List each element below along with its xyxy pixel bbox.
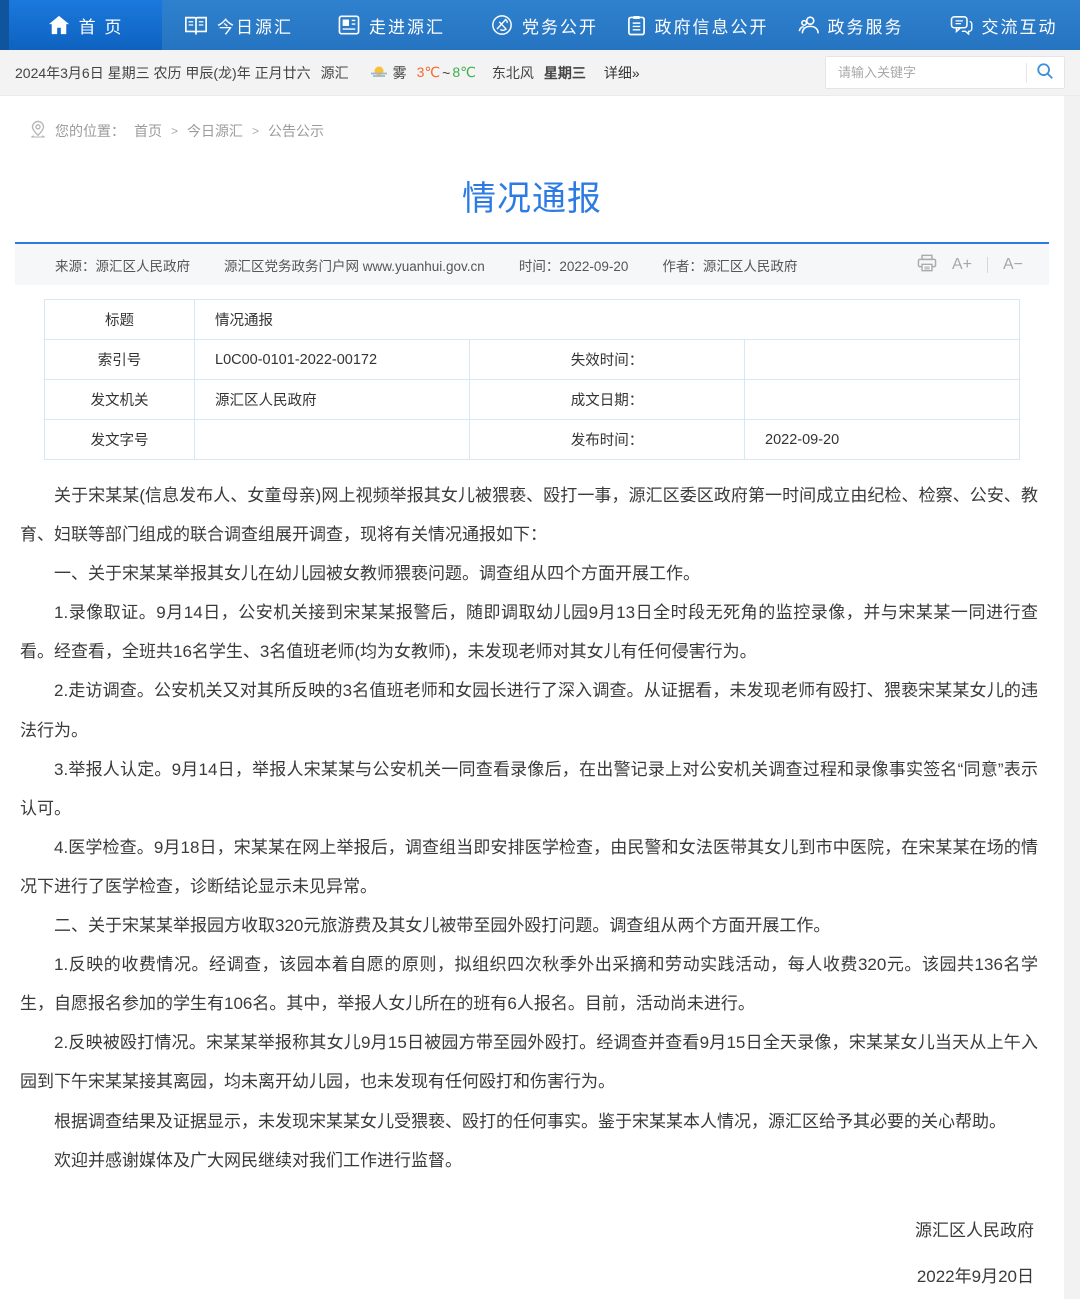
font-increase-button[interactable]: A+ [952, 256, 972, 274]
table-row: 发文字号 发布时间： 2022-09-20 [45, 420, 1020, 460]
field-label-publish-time: 发布时间： [470, 420, 745, 460]
nav-item-gov-info[interactable]: 政府信息公开 [621, 0, 774, 50]
meta-tools: A+ A− [917, 254, 1023, 275]
paragraph: 2.反映被殴打情况。宋某某举报称其女儿9月15日被园方带至园外殴打。经调查并查看… [20, 1023, 1038, 1101]
paragraph: 根据调查结果及证据显示，未发现宋某某女儿受猥亵、殴打的任何事实。鉴于宋某某本人情… [20, 1102, 1038, 1141]
paragraph: 4.医学检查。9月18日，宋某某在网上举报后，调查组当即安排医学检查，由民警和女… [20, 828, 1038, 906]
weather-desc: 雾 [393, 63, 407, 83]
wind-info: 东北风 [492, 63, 534, 83]
temp-high: 8℃ [452, 64, 476, 81]
paragraph: 欢迎并感谢媒体及广大网民继续对我们工作进行监督。 [20, 1141, 1038, 1180]
field-value-title: 情况通报 [195, 300, 1020, 340]
page-title: 情况通报 [0, 147, 1064, 242]
paragraph: 2.走访调查。公安机关又对其所反映的3名值班老师和女园长进行了深入调查。从证据看… [20, 671, 1038, 749]
table-row: 发文机关 源汇区人民政府 成文日期： [45, 380, 1020, 420]
nav-item-label: 交流互动 [982, 13, 1058, 38]
field-label-written-date: 成文日期： [470, 380, 745, 420]
table-row: 标题 情况通报 [45, 300, 1020, 340]
breadcrumb: 您的位置： 首页 > 今日源汇 > 公告公示 [0, 96, 1064, 147]
weather-detail-link[interactable]: 详细» [604, 63, 640, 83]
search-icon [1036, 62, 1054, 83]
document-info-table: 标题 情况通报 索引号 L0C00-0101-2022-00172 失效时间： … [44, 299, 1020, 460]
field-value-written-date [745, 380, 1020, 420]
article-meta-bar: 来源：源汇区人民政府 源汇区党务政务门户网 www.yuanhui.gov.cn… [15, 242, 1049, 285]
field-value-index: L0C00-0101-2022-00172 [195, 340, 470, 380]
font-decrease-button[interactable]: A− [1003, 256, 1023, 274]
breadcrumb-today[interactable]: 今日源汇 [187, 121, 243, 141]
content-page: 您的位置： 首页 > 今日源汇 > 公告公示 情况通报 来源：源汇区人民政府 源… [0, 96, 1064, 1299]
location-pin-icon [30, 120, 46, 141]
signature-date: 2022年9月20日 [0, 1256, 1034, 1299]
print-button[interactable] [917, 254, 937, 275]
nav-item-label: 今日源汇 [217, 13, 293, 38]
field-label-doc-number: 发文字号 [45, 420, 195, 460]
chat-icon [950, 15, 973, 35]
breadcrumb-home[interactable]: 首页 [134, 121, 162, 141]
current-date: 2024年3月6日 星期三 农历 甲辰(龙)年 正月廿六 [15, 63, 311, 83]
info-bar: 2024年3月6日 星期三 农历 甲辰(龙)年 正月廿六 源汇 雾 3℃ ~ 8… [0, 50, 1080, 96]
nav-item-label: 首 页 [79, 13, 124, 38]
party-emblem-icon [491, 14, 513, 36]
weather-city: 源汇 [321, 63, 349, 83]
field-label-expiry: 失效时间： [470, 340, 745, 380]
nav-item-label: 走进源汇 [369, 13, 445, 38]
field-label-title: 标题 [45, 300, 195, 340]
field-value-publish-time: 2022-09-20 [745, 420, 1020, 460]
search-box [825, 56, 1065, 89]
table-row: 索引号 L0C00-0101-2022-00172 失效时间： [45, 340, 1020, 380]
nav-item-today[interactable]: 今日源汇 [162, 0, 315, 50]
top-nav: 首 页 今日源汇 走进源汇 党务公开 [0, 0, 1080, 50]
nav-item-label: 政务服务 [828, 13, 904, 38]
temp-tilde: ~ [442, 65, 450, 81]
meta-site: 源汇区党务政务门户网 www.yuanhui.gov.cn [224, 255, 485, 275]
nav-item-interact[interactable]: 交流互动 [927, 0, 1080, 50]
printer-icon [917, 254, 937, 275]
fog-weather-icon [369, 63, 389, 82]
breadcrumb-separator: > [171, 124, 178, 138]
person-icon [798, 15, 819, 36]
article-signature: 源汇区人民政府 2022年9月20日 [0, 1180, 1064, 1299]
book-icon [184, 15, 208, 35]
nav-item-services[interactable]: 政务服务 [774, 0, 927, 50]
meta-time: 时间：2022-09-20 [519, 255, 629, 275]
paragraph: 一、关于宋某某举报其女儿在幼儿园被女教师猥亵问题。调查组从四个方面开展工作。 [20, 554, 1038, 593]
paragraph: 1.录像取证。9月14日，公安机关接到宋某某报警后，随即调取幼儿园9月13日全时… [20, 593, 1038, 671]
paragraph: 1.反映的收费情况。经调查，该园本着自愿的原则，拟组织四次秋季外出采摘和劳动实践… [20, 945, 1038, 1023]
field-label-index: 索引号 [45, 340, 195, 380]
home-icon [48, 15, 70, 35]
field-value-doc-number [195, 420, 470, 460]
signature-org: 源汇区人民政府 [0, 1210, 1034, 1253]
field-value-expiry [745, 340, 1020, 380]
article-body: 关于宋某某(信息发布人、女童母亲)网上视频举报其女儿被猥亵、殴打一事，源汇区委区… [0, 460, 1064, 1180]
temp-low: 3℃ [417, 64, 441, 81]
paragraph: 3.举报人认定。9月14日，举报人宋某某与公安机关一同查看录像后，在出警记录上对… [20, 750, 1038, 828]
nav-item-label: 党务公开 [522, 13, 598, 38]
newspaper-icon [338, 15, 360, 35]
nav-item-home[interactable]: 首 页 [9, 0, 162, 50]
search-input[interactable] [826, 65, 1026, 80]
breadcrumb-separator: > [252, 124, 259, 138]
field-value-agency: 源汇区人民政府 [195, 380, 470, 420]
meta-source: 来源：源汇区人民政府 [55, 255, 190, 275]
paragraph: 二、关于宋某某举报园方收取320元旅游费及其女儿被带至园外殴打问题。调查组从两个… [20, 906, 1038, 945]
search-button[interactable] [1027, 57, 1064, 88]
nav-left-strip [0, 0, 9, 50]
meta-author: 作者：源汇区人民政府 [662, 255, 797, 275]
clipboard-icon [627, 15, 646, 36]
paragraph: 关于宋某某(信息发布人、女童母亲)网上视频举报其女儿被猥亵、殴打一事，源汇区委区… [20, 476, 1038, 554]
tool-separator [987, 257, 988, 273]
nav-item-label: 政府信息公开 [655, 13, 769, 38]
weather-weekday: 星期三 [544, 63, 586, 83]
nav-item-party-affairs[interactable]: 党务公开 [468, 0, 621, 50]
field-label-agency: 发文机关 [45, 380, 195, 420]
nav-item-about[interactable]: 走进源汇 [315, 0, 468, 50]
breadcrumb-prefix: 您的位置： [55, 121, 125, 141]
breadcrumb-notices[interactable]: 公告公示 [268, 121, 324, 141]
